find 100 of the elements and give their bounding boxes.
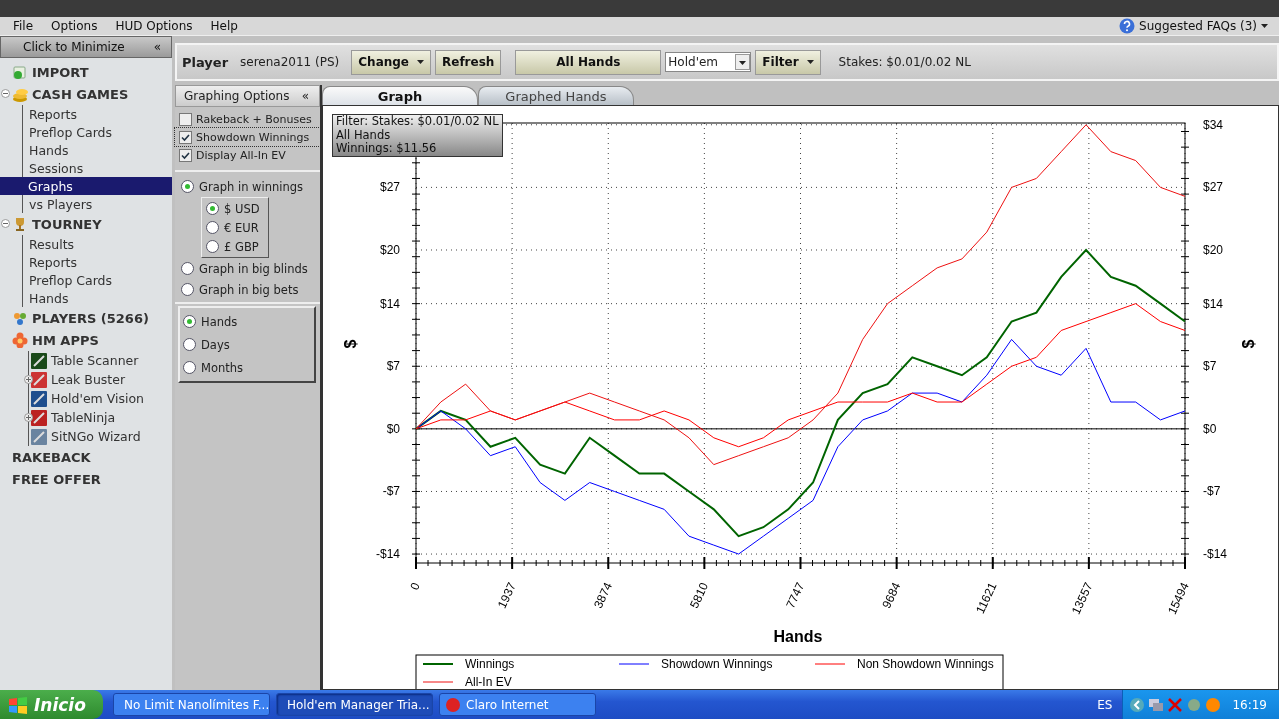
radio-button[interactable] [206,202,219,215]
radio-button[interactable] [206,240,219,253]
sidebar-link[interactable]: FREE OFFER [0,468,172,490]
sidebar-item[interactable]: Preflop Cards [22,123,172,141]
axis-label: $34 [1203,117,1224,132]
sidebar-section[interactable]: HM APPS [32,332,99,348]
sidebar-section[interactable]: CASH GAMES [32,86,129,102]
legend-label: Non Showdown Winnings [857,657,994,671]
checkbox[interactable] [179,130,192,144]
checkbox-label: Rakeback + Bonuses [196,112,312,126]
windows-flag-icon [8,695,28,714]
player-name: serena2011 (PS) [240,55,340,69]
axis-label: -$14 [1203,547,1228,562]
axis-label: 5810 [687,580,712,611]
axis-label: $14 [1203,296,1224,311]
section-icon [12,64,28,80]
options-header[interactable]: Graphing Options « [175,85,320,107]
app-icon [31,390,47,407]
radio-button[interactable] [181,180,194,193]
axis-label: -$14 [375,547,400,562]
radio-label: € EUR [224,220,259,235]
radio-button[interactable] [183,338,196,351]
tab[interactable]: Graphed Hands [478,86,634,105]
clock: 16:19 [1232,697,1267,712]
radio-label: Graph in big bets [199,282,299,297]
menu-item[interactable]: HUD Options [106,19,202,33]
app-item[interactable]: TableNinja [51,410,116,425]
sidebar-section[interactable]: IMPORT [32,64,89,80]
sidebar-item[interactable]: Reports [22,105,172,123]
axis-label: 15494 [1164,580,1192,617]
caret-icon [806,60,814,64]
checkbox[interactable] [179,112,192,126]
sidebar-item[interactable]: Preflop Cards [22,271,172,289]
app-icon [445,696,461,713]
faq-link[interactable]: Suggested FAQs (3) [1139,19,1257,33]
app-icon [31,371,47,388]
info-line: Filter: Stakes: $0.01/0.02 NL [336,115,499,129]
info-line: Winnings: $11.56 [336,142,438,156]
radio-button[interactable] [183,361,196,374]
sidebar-item[interactable]: vs Players [22,195,172,213]
collapse-icon[interactable] [1,89,10,98]
expand-icon[interactable] [24,375,33,384]
language-indicator[interactable]: ES [1097,697,1113,712]
radio-button[interactable] [183,315,196,328]
game-dropdown[interactable]: Hold'em [665,52,752,72]
all-hands-button[interactable]: All Hands [515,49,662,75]
radio-label: £ GBP [224,239,259,254]
legend-label: Winnings [465,657,515,671]
axis-label: $20 [1203,243,1224,257]
sidebar-item[interactable]: Graphs [0,177,172,195]
sidebar-item[interactable]: Hands [22,289,172,307]
collapse-icon: « [153,40,161,54]
axis-label: $7 [386,359,400,374]
radio-button[interactable] [181,262,194,275]
axis-label: 3874 [591,580,615,611]
checkbox-label: Display All-In EV [196,148,286,162]
change-button[interactable]: Change [351,49,431,75]
app-item[interactable]: Leak Buster [51,372,126,387]
start-button[interactable]: Inicio [0,690,103,719]
axis-label: -$7 [1203,484,1221,499]
caret-icon [1261,23,1269,29]
taskbar-button[interactable]: Hold'em Manager Tria... [276,693,433,716]
sidebar-item[interactable]: Results [22,235,172,253]
menu-item[interactable]: Help [201,19,247,33]
menu-item[interactable]: Options [42,19,107,33]
refresh-button[interactable]: Refresh [435,49,502,75]
radio-button[interactable] [206,221,219,234]
legend-label: Showdown Winnings [661,657,773,671]
radio-label: Days [201,337,230,352]
minimize-bar[interactable]: Click to Minimize « [0,36,172,58]
sidebar-section[interactable]: PLAYERS (5266) [32,310,149,326]
axis-label: 9684 [879,580,904,611]
axis-title: $ [1240,339,1257,349]
radio-label: Months [201,360,244,375]
app-icon [31,409,47,426]
taskbar-button[interactable]: No Limit Nanolímites F... [113,693,270,716]
filter-button[interactable]: Filter [755,49,821,75]
app-item[interactable]: SitNGo Wizard [51,429,141,444]
section-icon [12,310,28,326]
axis-label: $27 [1203,180,1224,195]
tab[interactable]: Graph [322,86,478,105]
sidebar-item[interactable]: Hands [22,141,172,159]
checkbox[interactable] [179,148,192,162]
sidebar-link[interactable]: RAKEBACK [0,446,172,468]
sidebar-section[interactable]: TOURNEY [32,216,102,232]
caret-icon [417,60,424,64]
radio-button[interactable] [181,283,194,296]
app-item[interactable]: Hold'em Vision [51,391,145,406]
radio-label: Hands [201,314,238,329]
collapse-icon[interactable] [1,219,10,228]
options-title: Graphing Options [184,89,290,103]
app-item[interactable]: Table Scanner [51,353,139,368]
expand-icon[interactable] [24,413,33,422]
section-icon [12,86,28,102]
sidebar-item[interactable]: Reports [22,253,172,271]
menu-item[interactable]: File [4,19,43,33]
axis-label: -$7 [382,484,400,499]
taskbar-button[interactable]: Claro Internet [439,693,596,716]
stakes-label: Stakes: $0.01/0.02 NL [838,55,971,69]
section-icon [12,332,28,348]
